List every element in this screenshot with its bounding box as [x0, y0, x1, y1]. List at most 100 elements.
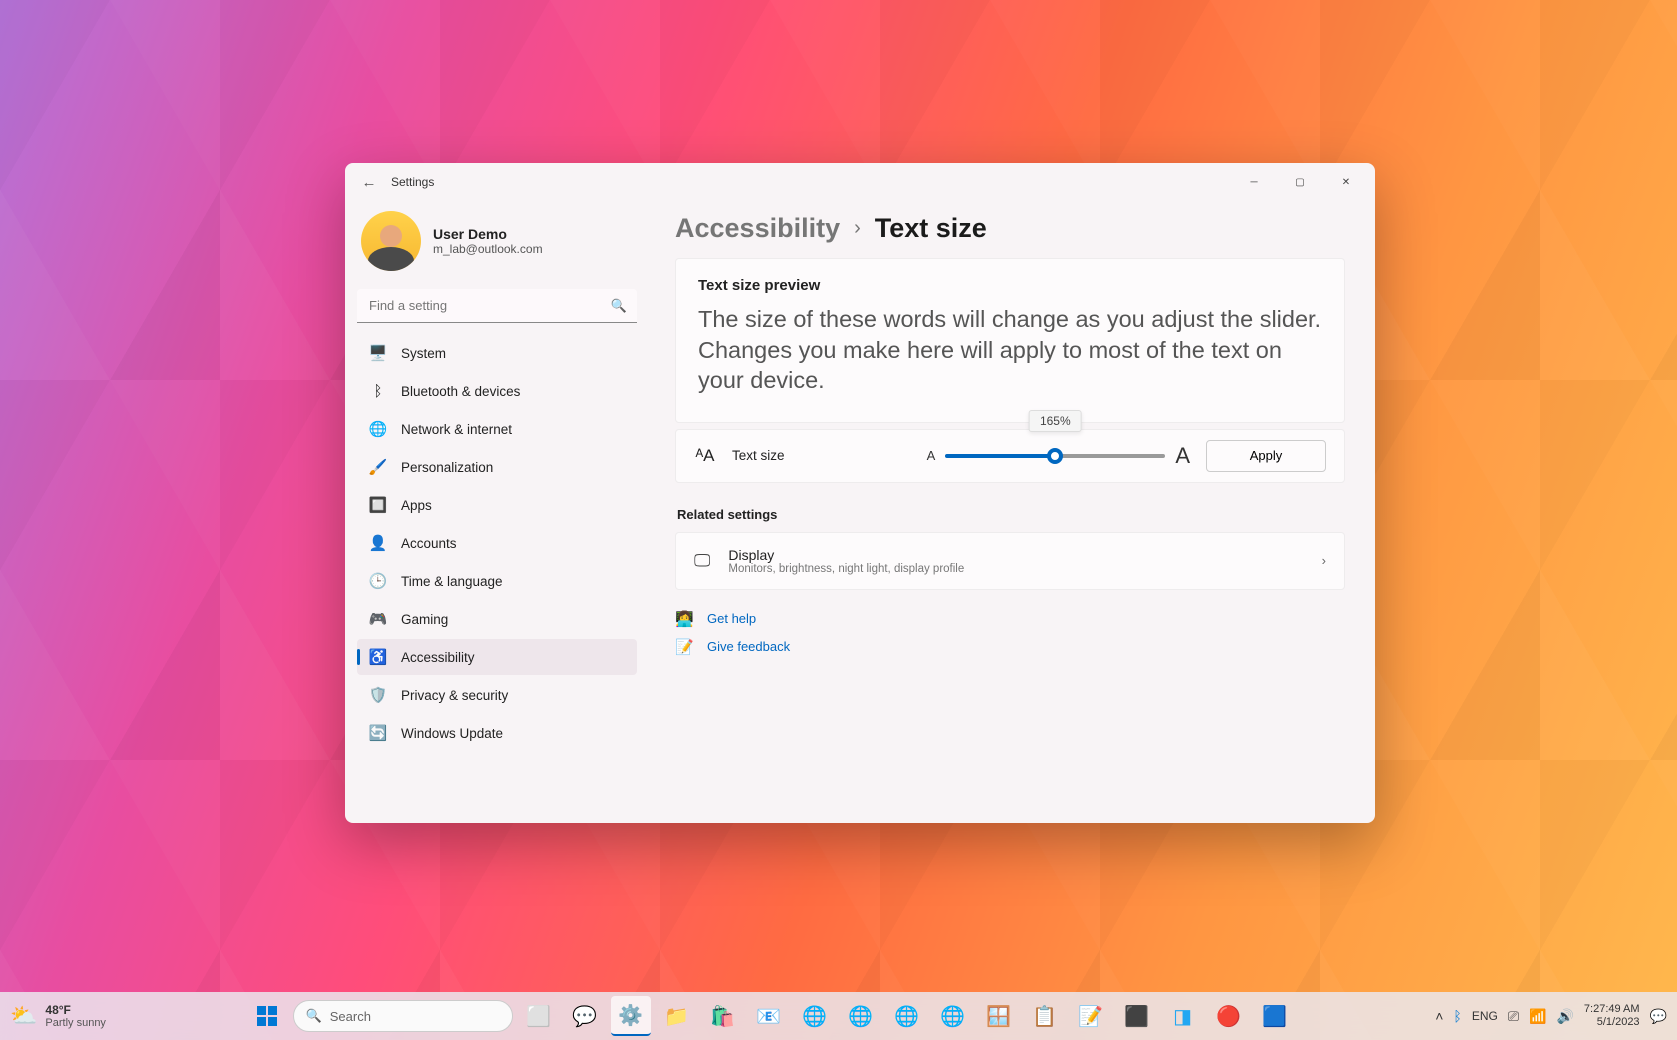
- system-icon: 🖥️: [369, 344, 387, 362]
- sidebar-item-label: Personalization: [401, 460, 493, 475]
- sidebar-item-apps[interactable]: 🔲 Apps: [357, 487, 637, 523]
- windows-icon: [255, 1004, 279, 1028]
- explorer-taskbar-icon[interactable]: 📁: [657, 996, 697, 1036]
- accounts-icon: 👤: [369, 534, 387, 552]
- gaming-icon: 🎮: [369, 610, 387, 628]
- clock[interactable]: 7:27:49 AM 5/1/2023: [1584, 1003, 1640, 1029]
- taskbar-search[interactable]: 🔍 Search: [293, 1000, 513, 1032]
- display-icon: 🖵: [694, 551, 710, 571]
- sidebar-item-personalization[interactable]: 🖌️ Personalization: [357, 449, 637, 485]
- language-indicator[interactable]: ENG: [1472, 1009, 1498, 1023]
- small-a-icon: A: [927, 448, 936, 463]
- sidebar-item-time-language[interactable]: 🕒Time & language: [357, 563, 637, 599]
- chevron-right-icon: ›: [1322, 553, 1326, 568]
- big-a-icon: A: [1175, 443, 1190, 469]
- text-size-slider[interactable]: 165%: [945, 454, 1165, 458]
- bluetooth-devices-icon: ᛒ: [369, 382, 387, 400]
- system-tray: ˄ ᛒ ENG ⎚ 📶 🔊 7:27:49 AM 5/1/2023 💬: [1435, 1003, 1667, 1029]
- get-help-label: Get help: [707, 611, 756, 626]
- give-feedback-link[interactable]: 📝 Give feedback: [675, 638, 1345, 656]
- sidebar: User Demo m_lab@outlook.com 🔍 🖥️SystemᛒB…: [345, 201, 649, 823]
- sidebar-item-gaming[interactable]: 🎮 Gaming: [357, 601, 637, 637]
- slider-thumb[interactable]: 165%: [1047, 448, 1063, 464]
- preview-body: The size of these words will change as y…: [698, 304, 1322, 396]
- user-name: User Demo: [433, 226, 543, 242]
- task-view-button[interactable]: ⬜: [519, 996, 559, 1036]
- content: Accessibility › Text size Text size prev…: [649, 201, 1375, 823]
- apps-icon: 🔲: [369, 496, 387, 514]
- chrome-taskbar-icon[interactable]: 🔴: [1209, 996, 1249, 1036]
- vscode-taskbar-icon[interactable]: ◨: [1163, 996, 1203, 1036]
- windows-update-icon: 🔄: [369, 724, 387, 742]
- sidebar-item-network-internet[interactable]: 🌐 Network & internet: [357, 411, 637, 447]
- app-taskbar-icon[interactable]: 🟦: [1255, 996, 1295, 1036]
- edge-taskbar-icon[interactable]: 🌐: [795, 996, 835, 1036]
- back-button[interactable]: ←: [351, 164, 387, 200]
- tray-time: 7:27:49 AM: [1584, 1003, 1640, 1016]
- weather-widget[interactable]: ⛅ 48°F Partly sunny: [10, 1003, 106, 1029]
- settings-taskbar-icon[interactable]: ⚙️: [611, 996, 651, 1036]
- bluetooth-tray-icon[interactable]: ᛒ: [1453, 1008, 1461, 1024]
- slider-area: A 165% A: [927, 443, 1190, 469]
- search-input[interactable]: [357, 289, 637, 323]
- taskbar-search-placeholder: Search: [330, 1009, 371, 1024]
- cast-tray-icon[interactable]: ⎚: [1508, 1008, 1519, 1025]
- edge-canary-icon[interactable]: 🌐: [933, 996, 973, 1036]
- start-button[interactable]: [247, 996, 287, 1036]
- terminal-taskbar-icon[interactable]: ⬛: [1117, 996, 1157, 1036]
- user-profile[interactable]: User Demo m_lab@outlook.com: [357, 205, 637, 289]
- apply-button[interactable]: Apply: [1206, 440, 1326, 472]
- winver-icon[interactable]: 🪟: [979, 996, 1019, 1036]
- personalization-icon: 🖌️: [369, 458, 387, 476]
- tray-chevron-icon[interactable]: ˄: [1435, 1008, 1443, 1024]
- close-button[interactable]: ✕: [1323, 166, 1369, 198]
- slider-label: Text size: [732, 448, 785, 463]
- outlook-taskbar-icon[interactable]: 📧: [749, 996, 789, 1036]
- titlebar: ← Settings ─ ▢ ✕: [345, 163, 1375, 201]
- breadcrumb-current: Text size: [875, 213, 987, 244]
- sidebar-item-label: Privacy & security: [401, 688, 508, 703]
- feedback-icon: 📝: [675, 638, 693, 656]
- sidebar-item-system[interactable]: 🖥️System: [357, 335, 637, 371]
- settings-window: ← Settings ─ ▢ ✕ User Demo m_lab@outlook…: [345, 163, 1375, 823]
- preview-heading: Text size preview: [698, 277, 1322, 294]
- store-taskbar-icon[interactable]: 🛍️: [703, 996, 743, 1036]
- sidebar-item-label: Apps: [401, 498, 432, 513]
- edge-beta-icon[interactable]: 🌐: [841, 996, 881, 1036]
- user-email: m_lab@outlook.com: [433, 242, 543, 256]
- help-links: 👩‍💻 Get help 📝 Give feedback: [675, 610, 1345, 656]
- text-size-icon: ᴬA: [694, 446, 716, 466]
- sticky-notes-icon[interactable]: 📝: [1071, 996, 1111, 1036]
- display-settings-link[interactable]: 🖵 Display Monitors, brightness, night li…: [675, 532, 1345, 590]
- breadcrumb: Accessibility › Text size: [675, 213, 1345, 244]
- edge-dev-icon[interactable]: 🌐: [887, 996, 927, 1036]
- sidebar-item-label: Accounts: [401, 536, 457, 551]
- volume-tray-icon[interactable]: 🔊: [1556, 1008, 1573, 1025]
- sidebar-item-label: Bluetooth & devices: [401, 384, 520, 399]
- maximize-button[interactable]: ▢: [1277, 166, 1323, 198]
- network-internet-icon: 🌐: [369, 420, 387, 438]
- sidebar-item-accounts[interactable]: 👤 Accounts: [357, 525, 637, 561]
- nav-list: 🖥️System ᛒ Bluetooth & devices 🌐 Network & i…: [357, 335, 637, 751]
- sidebar-item-label: Network & internet: [401, 422, 512, 437]
- breadcrumb-parent[interactable]: Accessibility: [675, 213, 840, 244]
- sidebar-item-privacy-security[interactable]: 🛡️Privacy & security: [357, 677, 637, 713]
- notifications-tray-icon[interactable]: 💬: [1650, 1008, 1667, 1025]
- avatar: [361, 211, 421, 271]
- time-language-icon: 🕒: [369, 572, 387, 590]
- taskbar-center: 🔍 Search ⬜ 💬 ⚙️ 📁 🛍️ 📧 🌐 🌐 🌐 🌐 🪟 📋 📝 ⬛ ◨…: [106, 996, 1435, 1036]
- sidebar-item-label: Gaming: [401, 612, 448, 627]
- chat-button[interactable]: 💬: [565, 996, 605, 1036]
- notepad-taskbar-icon[interactable]: 📋: [1025, 996, 1065, 1036]
- sidebar-item-bluetooth-devices[interactable]: ᛒ Bluetooth & devices: [357, 373, 637, 409]
- weather-desc: Partly sunny: [45, 1017, 106, 1029]
- give-feedback-label: Give feedback: [707, 639, 790, 654]
- text-size-preview-card: Text size preview The size of these word…: [675, 258, 1345, 423]
- search-icon: 🔍: [306, 1008, 322, 1024]
- sidebar-item-accessibility[interactable]: ♿Accessibility: [357, 639, 637, 675]
- network-tray-icon[interactable]: 📶: [1529, 1008, 1546, 1025]
- accessibility-icon: ♿: [369, 648, 387, 666]
- minimize-button[interactable]: ─: [1231, 166, 1277, 198]
- get-help-link[interactable]: 👩‍💻 Get help: [675, 610, 1345, 628]
- sidebar-item-windows-update[interactable]: 🔄Windows Update: [357, 715, 637, 751]
